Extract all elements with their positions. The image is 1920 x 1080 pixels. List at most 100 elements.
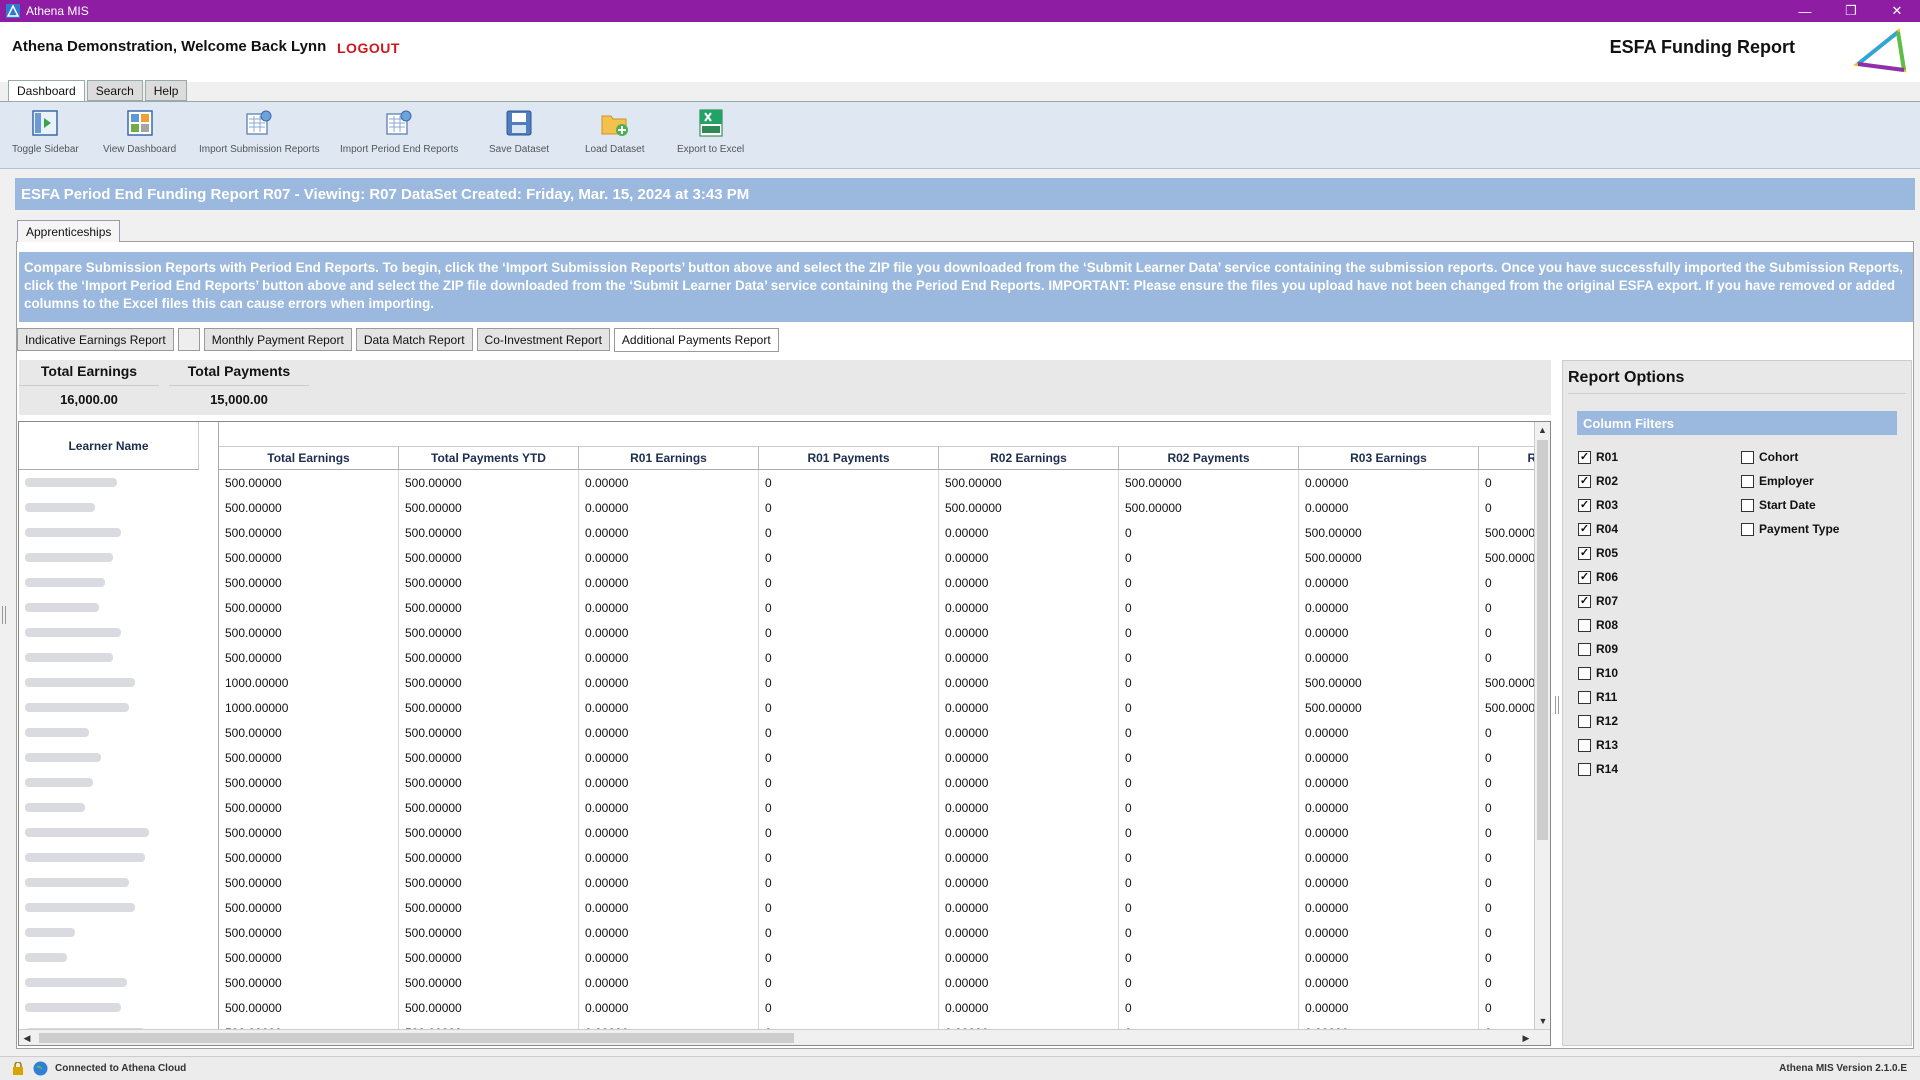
learner-name-cell[interactable] [19,845,218,870]
filter-r09[interactable]: R09 [1578,642,1618,656]
filter-r03[interactable]: ✓ R03 [1578,498,1618,512]
learner-name-cell[interactable] [19,645,218,670]
learner-name-cell[interactable] [19,595,218,620]
vertical-scroll-thumb[interactable] [1537,440,1548,840]
checkbox[interactable]: ✓ [1578,522,1591,536]
learner-name-cell[interactable] [19,920,218,945]
filter-cohort[interactable]: Cohort [1741,450,1798,464]
filter-r07[interactable]: ✓ R07 [1578,594,1618,608]
table-row[interactable]: 500.00000500.000000.0000000.0000000.0000… [219,745,1536,770]
checkbox[interactable]: ✓ [1578,474,1591,488]
learner-name-cell[interactable] [19,470,218,495]
toggle-sidebar-button[interactable]: Toggle Sidebar [12,108,79,155]
options-splitter-grip[interactable] [1555,696,1559,714]
table-row[interactable]: 500.00000500.000000.0000000.0000000.0000… [219,845,1536,870]
tab-data-match[interactable]: Data Match Report [355,328,473,351]
filter-r08[interactable]: R08 [1578,618,1618,632]
vertical-scrollbar[interactable]: ▲ ▼ [1534,422,1550,1045]
filter-r13[interactable]: R13 [1578,738,1618,752]
scroll-left-icon[interactable]: ◀ [19,1030,35,1045]
table-row[interactable]: 1000.00000 500.00000 0.00000 0 0.00000 0 500.0… [219,670,1536,695]
tab-monthly-payment[interactable]: Monthly Payment Report [203,328,352,351]
learner-name-cell[interactable] [19,545,218,570]
learner-name-cell[interactable] [19,770,218,795]
tab-blank[interactable] [177,328,200,351]
table-row[interactable]: 500.00000500.000000.0000000.0000000.0000… [219,645,1536,670]
table-row[interactable]: 500.00000500.000000.0000000.0000000.0000… [219,820,1536,845]
column-header[interactable]: R02 Earnings [939,447,1119,469]
tab-additional-payments[interactable]: Additional Payments Report [613,328,779,352]
table-row[interactable]: 500.00000500.000000.0000000.0000000.0000… [219,945,1536,970]
close-button[interactable]: ✕ [1874,0,1920,22]
learner-name-cell[interactable] [19,745,218,770]
checkbox[interactable]: ✓ [1578,594,1591,608]
checkbox[interactable] [1578,666,1591,680]
checkbox[interactable]: ✓ [1578,450,1591,464]
filter-payment-type[interactable]: Payment Type [1741,522,1839,536]
column-header[interactable]: R03 Payments [1479,447,1536,469]
left-splitter-grip[interactable] [2,606,6,624]
logout-link[interactable]: LOGOUT [337,40,400,56]
learner-name-cell[interactable] [19,695,218,720]
tab-indicative-earnings[interactable]: Indicative Earnings Report [17,328,174,351]
checkbox[interactable] [1578,762,1591,776]
learner-name-cell[interactable] [19,495,218,520]
checkbox[interactable] [1741,522,1754,536]
table-row[interactable]: 500.00000500.000000.0000000.0000000.0000… [219,870,1536,895]
column-header[interactable]: R01 Payments [759,447,939,469]
filter-r04[interactable]: ✓ R04 [1578,522,1618,536]
tab-apprenticeships[interactable]: Apprenticeships [17,220,121,242]
import-submission-button[interactable]: Import Submission Reports [199,108,320,155]
learner-name-cell[interactable] [19,895,218,920]
restore-button[interactable]: ❐ [1828,0,1874,22]
filter-r10[interactable]: R10 [1578,666,1618,680]
table-row[interactable]: 500.00000500.000000.0000000.0000000.0000… [219,970,1536,995]
checkbox[interactable] [1578,642,1591,656]
checkbox[interactable]: ✓ [1578,570,1591,584]
table-row[interactable]: 500.00000500.000000.0000000.0000000.0000… [219,770,1536,795]
checkbox[interactable] [1578,714,1591,728]
checkbox[interactable]: ✓ [1578,546,1591,560]
filter-employer[interactable]: Employer [1741,474,1814,488]
table-row[interactable]: 500.00000500.000000.0000000.0000000.0000… [219,795,1536,820]
table-row[interactable]: 1000.00000 500.00000 0.00000 0 0.00000 0 500.0… [219,695,1536,720]
load-dataset-button[interactable]: Load Dataset [585,108,645,155]
tab-search[interactable]: Search [86,80,143,101]
checkbox[interactable] [1578,738,1591,752]
horizontal-scroll-thumb[interactable] [39,1033,794,1043]
learner-name-cell[interactable] [19,870,218,895]
filter-r12[interactable]: R12 [1578,714,1618,728]
learner-name-cell[interactable] [19,670,218,695]
table-row[interactable]: 500.00000500.000000.0000000.0000000.0000… [219,920,1536,945]
checkbox[interactable] [1741,498,1754,512]
checkbox[interactable]: ✓ [1578,498,1591,512]
table-row[interactable]: 500.00000 500.00000 0.00000 0 0.00000 0 500.00… [219,520,1536,545]
checkbox[interactable] [1578,618,1591,632]
export-excel-button[interactable]: Export to Excel [677,108,744,155]
scroll-right-icon[interactable]: ▶ [1518,1030,1534,1045]
filter-r05[interactable]: ✓ R05 [1578,546,1618,560]
learner-name-cell[interactable] [19,720,218,745]
table-row[interactable]: 500.00000500.000000.0000000.0000000.0000… [219,720,1536,745]
save-dataset-button[interactable]: Save Dataset [489,108,549,155]
column-header[interactable]: R02 Payments [1119,447,1299,469]
table-row[interactable]: 500.00000500.000000.0000000.0000000.0000… [219,570,1536,595]
learner-name-cell[interactable] [19,820,218,845]
learner-name-cell[interactable] [19,620,218,645]
tab-help[interactable]: Help [144,80,188,101]
payments-data-grid[interactable]: Learner Name Total Earnings Total Payment… [18,421,1551,1046]
column-header[interactable]: R01 Earnings [579,447,759,469]
tab-dashboard[interactable]: Dashboard [8,80,85,102]
filter-r01[interactable]: ✓ R01 [1578,450,1618,464]
tab-co-investment[interactable]: Co-Investment Report [476,328,610,351]
table-row[interactable]: 500.00000500.000000.0000000.0000000.0000… [219,995,1536,1020]
import-period-end-button[interactable]: Import Period End Reports [340,108,458,155]
table-row[interactable]: 500.00000 500.00000 0.00000 0 0.00000 0 500.00… [219,545,1536,570]
learner-name-cell[interactable] [19,970,218,995]
column-header[interactable]: Total Earnings [219,447,399,469]
learner-name-cell[interactable] [19,995,218,1020]
column-header[interactable]: R03 Earnings [1299,447,1479,469]
scroll-up-icon[interactable]: ▲ [1535,422,1550,438]
filter-r14[interactable]: R14 [1578,762,1618,776]
checkbox[interactable] [1741,450,1754,464]
